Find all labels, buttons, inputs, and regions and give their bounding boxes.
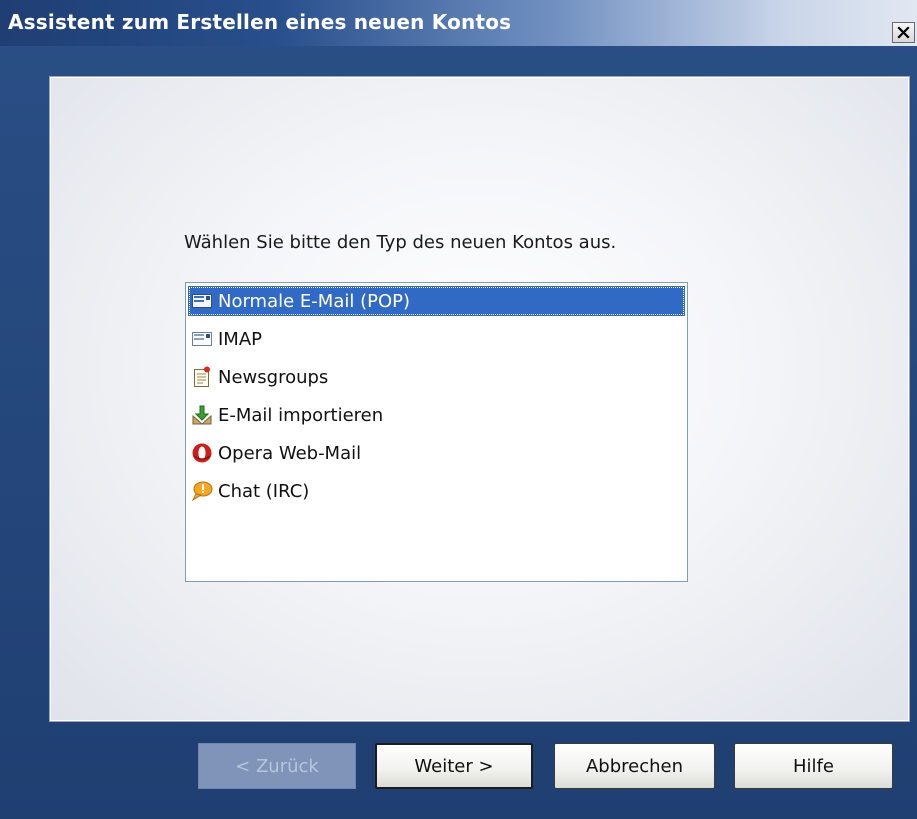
wizard-window: Assistent zum Erstellen eines neuen Kont… xyxy=(0,0,917,819)
back-button[interactable]: < Zurück xyxy=(198,743,356,789)
close-icon xyxy=(897,26,910,39)
list-item-import[interactable]: E-Mail importieren xyxy=(188,400,685,430)
import-arrow-icon xyxy=(191,404,213,426)
chat-bubble-icon xyxy=(191,480,213,502)
opera-logo-icon xyxy=(191,442,213,464)
list-item-label: Opera Web-Mail xyxy=(218,442,362,464)
cancel-button[interactable]: Abbrechen xyxy=(554,743,715,789)
list-item-label: IMAP xyxy=(218,328,263,350)
prompt-text: Wählen Sie bitte den Typ des neuen Konto… xyxy=(184,232,617,253)
close-button[interactable] xyxy=(892,22,915,43)
list-item-opera-webmail[interactable]: Opera Web-Mail xyxy=(188,438,685,468)
window-title: Assistent zum Erstellen eines neuen Kont… xyxy=(8,10,512,34)
mail-card-icon xyxy=(191,290,213,312)
title-bar[interactable]: Assistent zum Erstellen eines neuen Kont… xyxy=(0,0,917,46)
list-item-label: Normale E-Mail (POP) xyxy=(218,290,410,312)
help-button[interactable]: Hilfe xyxy=(734,743,893,789)
list-item-label: Chat (IRC) xyxy=(218,480,310,502)
list-item-label: Newsgroups xyxy=(218,366,329,388)
list-item-label: E-Mail importieren xyxy=(218,404,384,426)
list-item-chat[interactable]: Chat (IRC) xyxy=(188,476,685,506)
account-type-list[interactable]: Normale E-Mail (POP) IMAP Newsgroups E-M… xyxy=(185,282,688,582)
list-item-imap[interactable]: IMAP xyxy=(188,324,685,354)
list-item-newsgroups[interactable]: Newsgroups xyxy=(188,362,685,392)
news-note-icon xyxy=(191,366,213,388)
mail-card-icon xyxy=(191,328,213,350)
list-item-pop[interactable]: Normale E-Mail (POP) xyxy=(188,286,685,316)
next-button[interactable]: Weiter > xyxy=(375,743,533,789)
